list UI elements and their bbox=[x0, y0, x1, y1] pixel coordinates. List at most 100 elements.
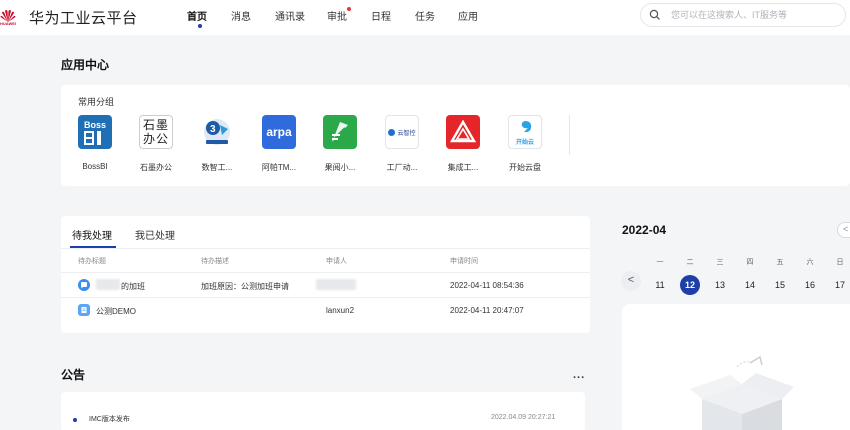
calendar-day-selected[interactable]: 12 bbox=[680, 275, 700, 295]
weekday-label: 六 bbox=[806, 259, 814, 266]
app-name: 果阅小... bbox=[324, 163, 356, 172]
nav-messages-label: 消息 bbox=[231, 12, 251, 23]
calendar-day[interactable]: 11 bbox=[650, 275, 670, 295]
calendar-day[interactable]: 16 bbox=[800, 275, 820, 295]
nav-apps-label: 应用 bbox=[458, 12, 478, 23]
empty-box-icon bbox=[690, 355, 794, 430]
redacted-applicant bbox=[316, 279, 356, 290]
app-name: BossBI bbox=[82, 162, 108, 171]
nav-schedule-label: 日程 bbox=[371, 12, 391, 23]
row-applicant: lanxun2 bbox=[326, 306, 355, 315]
weekday-label: 一 bbox=[656, 259, 664, 266]
shimo-icon: 石墨办公 bbox=[139, 115, 173, 149]
calendar-month: 2022-04 bbox=[622, 223, 667, 237]
column-header: 申请时间 bbox=[450, 258, 478, 265]
bossbi-icon: Boss bbox=[78, 115, 112, 149]
app-center-card: 常用分组 Boss BossBI 石墨办公 石墨办公 3 数智工... arpa… bbox=[61, 85, 850, 186]
jicheng-icon bbox=[446, 115, 480, 149]
app-arpa[interactable]: arpa 阿帕TM... bbox=[254, 115, 304, 175]
tab-pending[interactable]: 待我处理 bbox=[72, 227, 112, 242]
app-name: 工厂动... bbox=[386, 163, 418, 172]
row-time: 2022-04-11 08:54:36 bbox=[450, 281, 524, 290]
weekday-label: 四 bbox=[746, 259, 754, 266]
tab-divider bbox=[61, 248, 590, 249]
search-input[interactable] bbox=[671, 8, 841, 22]
app-jicheng[interactable]: 集成工... bbox=[438, 115, 488, 175]
row-title: 的加班 bbox=[121, 282, 145, 291]
weekday-label: 二 bbox=[686, 259, 694, 266]
calendar-day[interactable]: 14 bbox=[740, 275, 760, 295]
app-name: 集成工... bbox=[447, 163, 479, 172]
tab-processed[interactable]: 我已处理 bbox=[135, 227, 175, 242]
nav-tasks-label: 任务 bbox=[415, 12, 435, 23]
app-bossbi[interactable]: Boss BossBI bbox=[70, 115, 120, 175]
app-shimo[interactable]: 石墨办公 石墨办公 bbox=[131, 115, 181, 175]
nav-contacts-label: 通讯录 bbox=[275, 12, 305, 23]
arpa-icon-text: arpa bbox=[266, 125, 292, 139]
svg-text:3: 3 bbox=[210, 124, 216, 135]
nav-home-label: 首页 bbox=[187, 12, 207, 23]
row-title: 公测DEMO bbox=[96, 307, 136, 316]
arpa-icon: arpa bbox=[262, 115, 296, 149]
app-shuzhi[interactable]: 3 数智工... bbox=[192, 115, 242, 175]
app-name: 数智工... bbox=[201, 163, 233, 172]
table-row[interactable]: 公测DEMO lanxun2 2022-04-11 20:47:07 bbox=[61, 297, 590, 322]
app-title: 华为工业云平台 bbox=[29, 10, 138, 27]
notice-item-title[interactable]: IMC版本发布 bbox=[89, 414, 130, 424]
nav-approval-label: 审批 bbox=[327, 12, 347, 23]
app-name: 石墨办公 bbox=[140, 163, 172, 172]
cloud-drive-glyph bbox=[521, 120, 532, 132]
notice-more-button[interactable]: ... bbox=[573, 369, 585, 381]
app-name: 开始云盘 bbox=[509, 163, 541, 172]
weekday-label: 三 bbox=[716, 259, 724, 266]
redacted-name bbox=[96, 279, 120, 290]
factory-dot bbox=[388, 128, 396, 136]
calendar-prev-button[interactable]: < bbox=[621, 271, 641, 291]
row-desc: 加班原因：公测加班申请 bbox=[201, 282, 289, 291]
shimo-icon-text: 石墨办公 bbox=[142, 118, 169, 146]
calendar-day[interactable]: 15 bbox=[770, 275, 790, 295]
calendar-day[interactable]: 17 bbox=[830, 275, 850, 295]
weekday-label: 五 bbox=[776, 259, 784, 266]
app-factory[interactable]: 云智控 工厂动... bbox=[377, 115, 427, 175]
brand-logo-text: HUAWEI bbox=[0, 21, 16, 26]
bullet-icon bbox=[73, 418, 77, 422]
apps-divider bbox=[569, 115, 570, 155]
cloud-drive-icon: 开始云 bbox=[508, 115, 542, 149]
factory-icon-text: 云智控 bbox=[397, 130, 416, 137]
app-guoyue[interactable]: 果阅小... bbox=[315, 115, 365, 175]
chevron-left-icon: < bbox=[843, 224, 849, 234]
bossbi-bars bbox=[84, 131, 101, 145]
doc-icon bbox=[78, 304, 90, 316]
app-group-title: 常用分组 bbox=[78, 97, 115, 107]
app-name: 阿帕TM... bbox=[261, 163, 297, 172]
notice-item-date: 2022.04.09 20:27:21 bbox=[491, 414, 556, 421]
schedule-empty-panel bbox=[622, 304, 850, 430]
nav-tasks[interactable]: 任务 bbox=[415, 8, 435, 23]
active-indicator bbox=[198, 24, 202, 28]
nav-approval[interactable]: 审批 bbox=[327, 7, 351, 23]
bossbi-icon-text: Boss bbox=[83, 120, 106, 130]
shuzhi-icon: 3 bbox=[200, 115, 234, 149]
app-center-title: 应用中心 bbox=[61, 58, 110, 72]
notice-title: 公告 bbox=[61, 368, 86, 382]
top-bar: HUAWEI 华为工业云平台 首页 消息 通讯录 审批 日程 任务 应用 bbox=[0, 0, 850, 35]
search-box[interactable] bbox=[640, 3, 846, 27]
table-row[interactable]: 的加班 加班原因：公测加班申请 2022-04-11 08:54:36 bbox=[61, 272, 590, 297]
nav-apps[interactable]: 应用 bbox=[458, 8, 478, 23]
weekday-label: 日 bbox=[836, 259, 844, 266]
calendar-next-button[interactable]: < bbox=[837, 222, 850, 238]
nav-home[interactable]: 首页 bbox=[187, 8, 207, 28]
cloud-drive-icon-text: 开始云 bbox=[515, 139, 534, 146]
app-cloud-drive[interactable]: 开始云 开始云盘 bbox=[500, 115, 550, 175]
nav-contacts[interactable]: 通讯录 bbox=[275, 8, 305, 23]
notice-card: IMC版本发布 2022.04.09 20:27:21 bbox=[61, 392, 585, 430]
nav-messages[interactable]: 消息 bbox=[231, 8, 251, 23]
todo-card: 待我处理 我已处理 待办标题 待办描述 申请人 申请时间 的加班 加班原因：公测… bbox=[61, 216, 590, 333]
calendar-day[interactable]: 13 bbox=[710, 275, 730, 295]
column-header: 申请人 bbox=[326, 258, 347, 265]
guoyue-icon bbox=[323, 115, 357, 149]
nav-schedule[interactable]: 日程 bbox=[371, 8, 391, 23]
factory-icon: 云智控 bbox=[385, 115, 419, 149]
column-header: 待办描述 bbox=[201, 258, 229, 265]
